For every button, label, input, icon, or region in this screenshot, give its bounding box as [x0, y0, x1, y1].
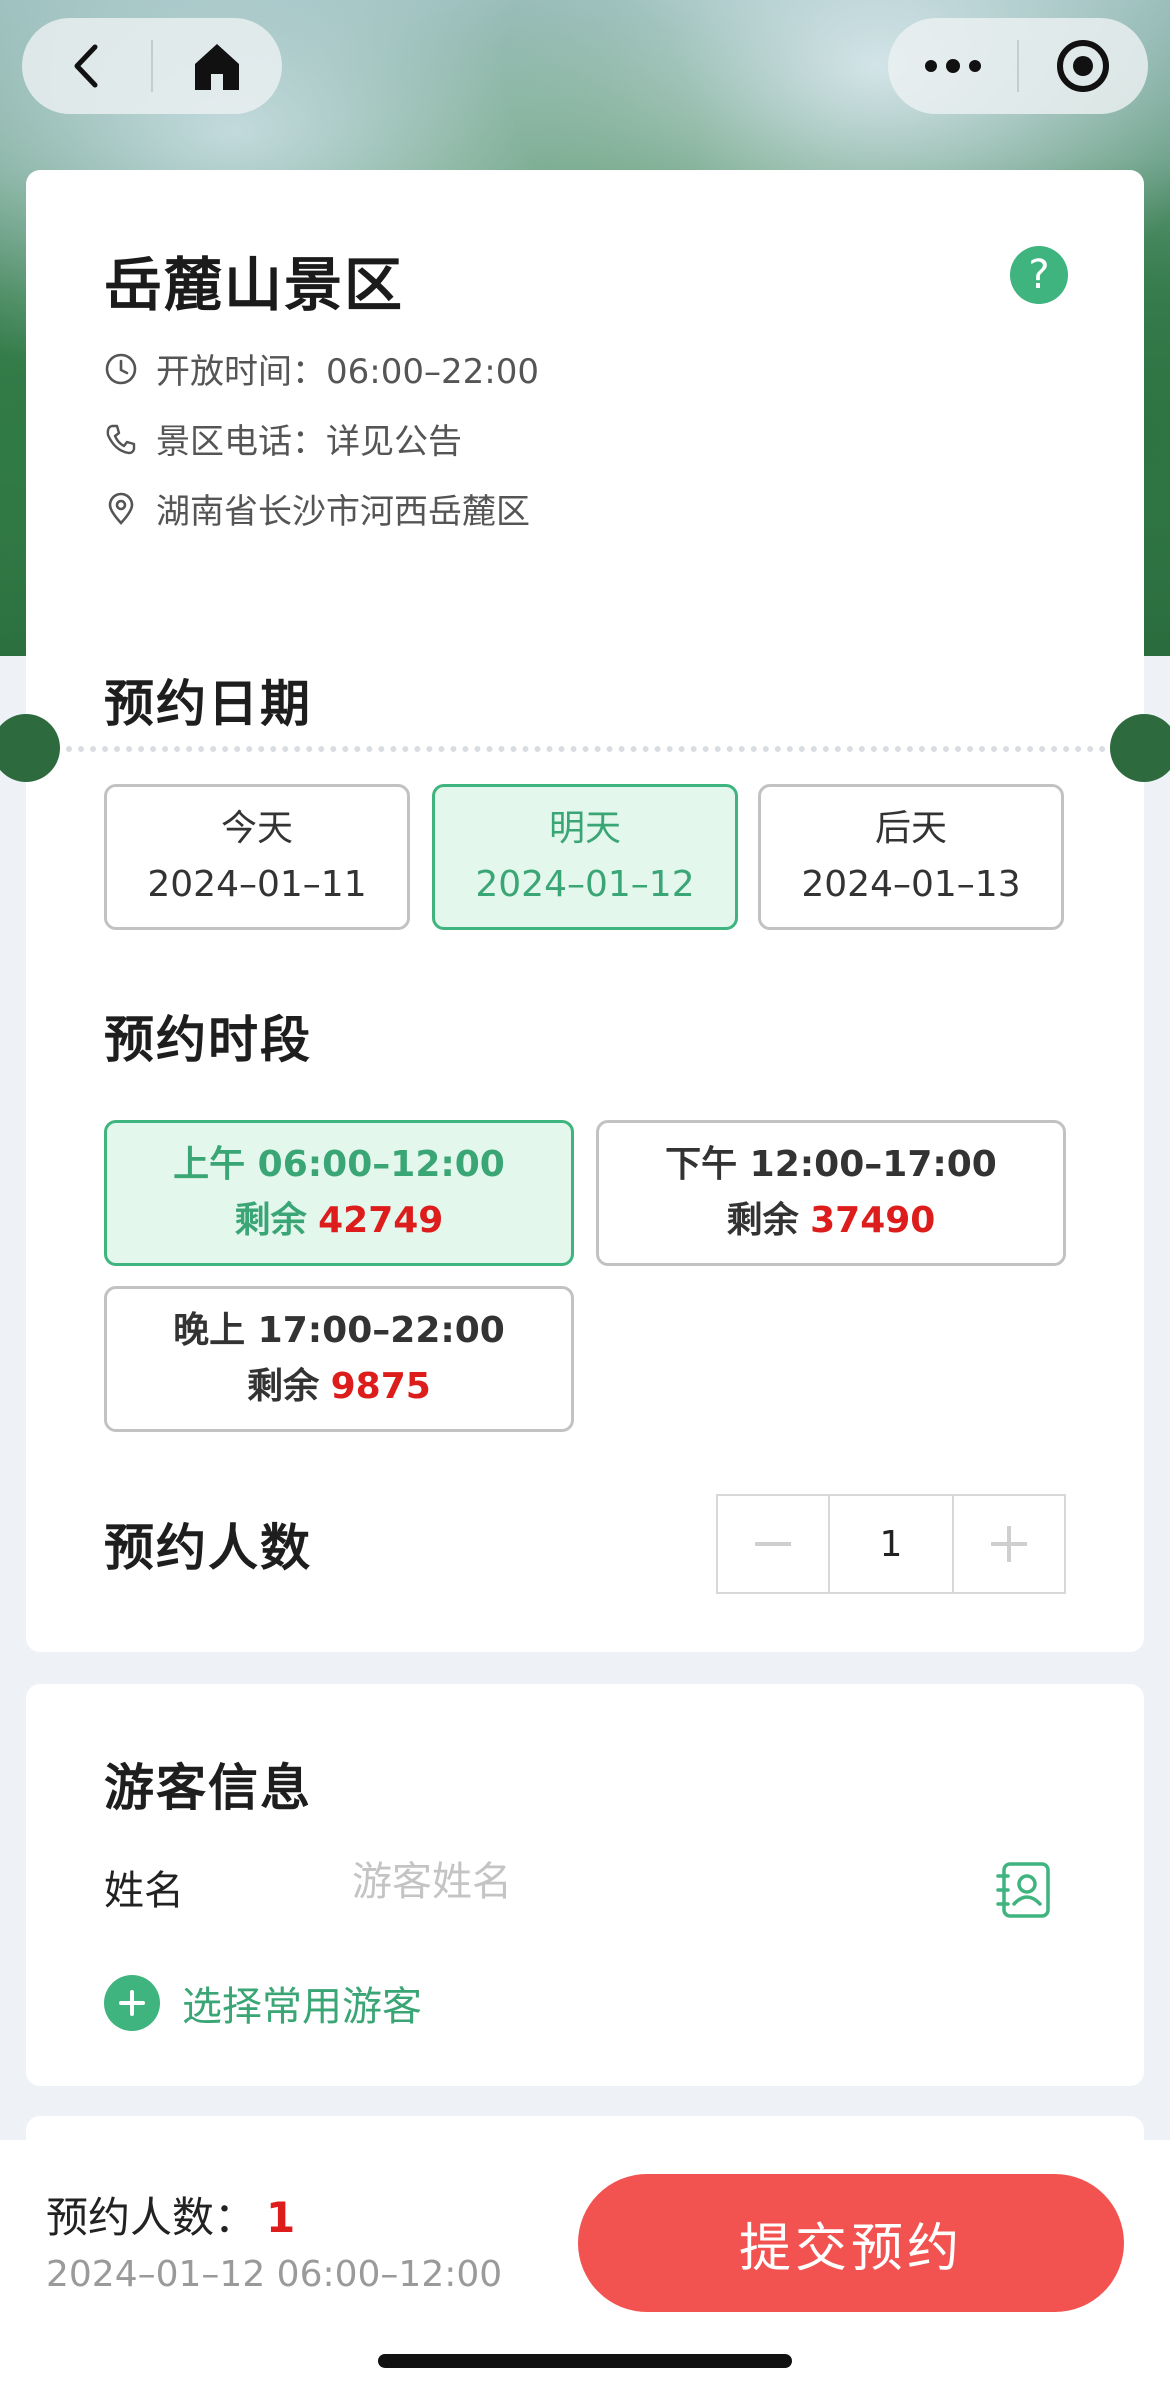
remain-label: 剩余	[726, 1200, 799, 1241]
more-button[interactable]	[888, 18, 1017, 114]
visitor-info-card: 游客信息 姓名 选择常用游客	[26, 1684, 1144, 2086]
choose-frequent-visitor-label: 选择常用游客	[182, 1984, 422, 2030]
slot-section-title: 预约时段	[104, 1011, 312, 1069]
date-option-date: 2024–01–12	[475, 864, 695, 905]
decrement-button[interactable]	[718, 1496, 828, 1592]
date-option-label: 明天	[548, 808, 621, 849]
booking-count-summary: 预约人数： 1	[46, 2184, 295, 2245]
location-pin-icon	[108, 492, 134, 525]
slot-label: 上午 06:00–12:00	[173, 1144, 505, 1185]
contact-picker-button[interactable]	[994, 1860, 1054, 1924]
more-dots-icon	[924, 59, 981, 73]
minus-icon	[755, 1542, 791, 1546]
remain-label: 剩余	[234, 1200, 307, 1241]
remain-count: 42749	[318, 1200, 444, 1241]
question-mark-icon: ?	[1028, 252, 1050, 298]
date-option-date: 2024–01–13	[801, 864, 1021, 905]
back-button[interactable]	[22, 18, 151, 114]
scenic-address[interactable]: 湖南省长沙市河西岳麓区	[104, 484, 530, 533]
slot-label: 下午 12:00–17:00	[665, 1144, 997, 1185]
contact-book-icon	[996, 1862, 1050, 1918]
visitor-name-input[interactable]	[352, 1844, 912, 1920]
people-stepper: 1	[716, 1494, 1066, 1594]
help-button[interactable]: ?	[1010, 246, 1068, 304]
remain-count: 37490	[810, 1200, 936, 1241]
date-option-tomorrow[interactable]: 明天 2024–01–12	[432, 784, 738, 930]
ticket-notch-left	[0, 714, 60, 782]
visitor-section-title: 游客信息	[104, 1759, 312, 1817]
choose-frequent-visitor[interactable]: 选择常用游客	[104, 1974, 422, 2032]
chevron-left-icon	[74, 44, 97, 88]
nav-capsule-right	[888, 18, 1148, 114]
date-option-day-after[interactable]: 后天 2024–01–13	[758, 784, 1064, 930]
bottom-action-bar: 预约人数： 1 2024–01–12 06:00–12:00 提交预约	[0, 2140, 1170, 2391]
home-icon	[195, 44, 240, 90]
ticket-dotted-divider	[66, 746, 1106, 752]
slot-option-morning[interactable]: 上午 06:00–12:00 剩余 42749	[104, 1120, 574, 1266]
remain-count: 9875	[330, 1366, 431, 1407]
plus-icon	[991, 1526, 1027, 1562]
remain-label: 剩余	[247, 1366, 320, 1407]
slot-remain: 剩余 9875	[247, 1359, 431, 1415]
count-label: 预约人数：	[46, 2193, 257, 2242]
date-option-today[interactable]: 今天 2024–01–11	[104, 784, 410, 930]
date-section-title: 预约日期	[104, 675, 312, 733]
date-option-label: 后天	[874, 808, 947, 849]
slot-option-afternoon[interactable]: 下午 12:00–17:00 剩余 37490	[596, 1120, 1066, 1266]
scenic-title: 岳麓山景区	[104, 251, 405, 319]
slot-option-evening[interactable]: 晚上 17:00–22:00 剩余 9875	[104, 1286, 574, 1432]
scenic-address-text: 湖南省长沙市河西岳麓区	[156, 492, 530, 532]
submit-booking-button[interactable]: 提交预约	[578, 2174, 1124, 2312]
scenic-phone[interactable]: 景区电话：详见公告	[104, 414, 462, 463]
home-indicator	[378, 2354, 792, 2368]
nav-capsule-left	[22, 18, 282, 114]
slot-label: 晚上 17:00–22:00	[173, 1310, 505, 1351]
people-count-value[interactable]: 1	[828, 1496, 954, 1592]
booking-card: 岳麓山景区 ? 开放时间：06:00–22:00 景区电话：详见公告 湖南省长沙…	[0, 170, 1170, 1652]
name-label: 姓名	[104, 1868, 184, 1914]
add-circle-icon	[104, 1975, 160, 2031]
slot-remain: 剩余 42749	[235, 1193, 444, 1249]
people-section-title: 预约人数	[104, 1519, 312, 1577]
home-button[interactable]	[153, 18, 282, 114]
increment-button[interactable]	[954, 1496, 1064, 1592]
selected-time-summary: 2024–01–12 06:00–12:00	[46, 2254, 503, 2295]
opening-hours-text: 开放时间：06:00–22:00	[156, 352, 539, 392]
target-close-icon	[1057, 40, 1110, 92]
clock-icon	[105, 353, 137, 384]
slot-remain: 剩余 37490	[727, 1193, 936, 1249]
opening-hours: 开放时间：06:00–22:00	[104, 344, 539, 393]
close-miniprogram-button[interactable]	[1019, 18, 1148, 114]
scenic-phone-text: 景区电话：详见公告	[156, 422, 462, 462]
phone-icon	[106, 424, 136, 454]
count-value: 1	[266, 2193, 296, 2242]
date-option-date: 2024–01–11	[147, 864, 367, 905]
date-option-label: 今天	[220, 808, 293, 849]
ticket-notch-right	[1110, 714, 1170, 782]
